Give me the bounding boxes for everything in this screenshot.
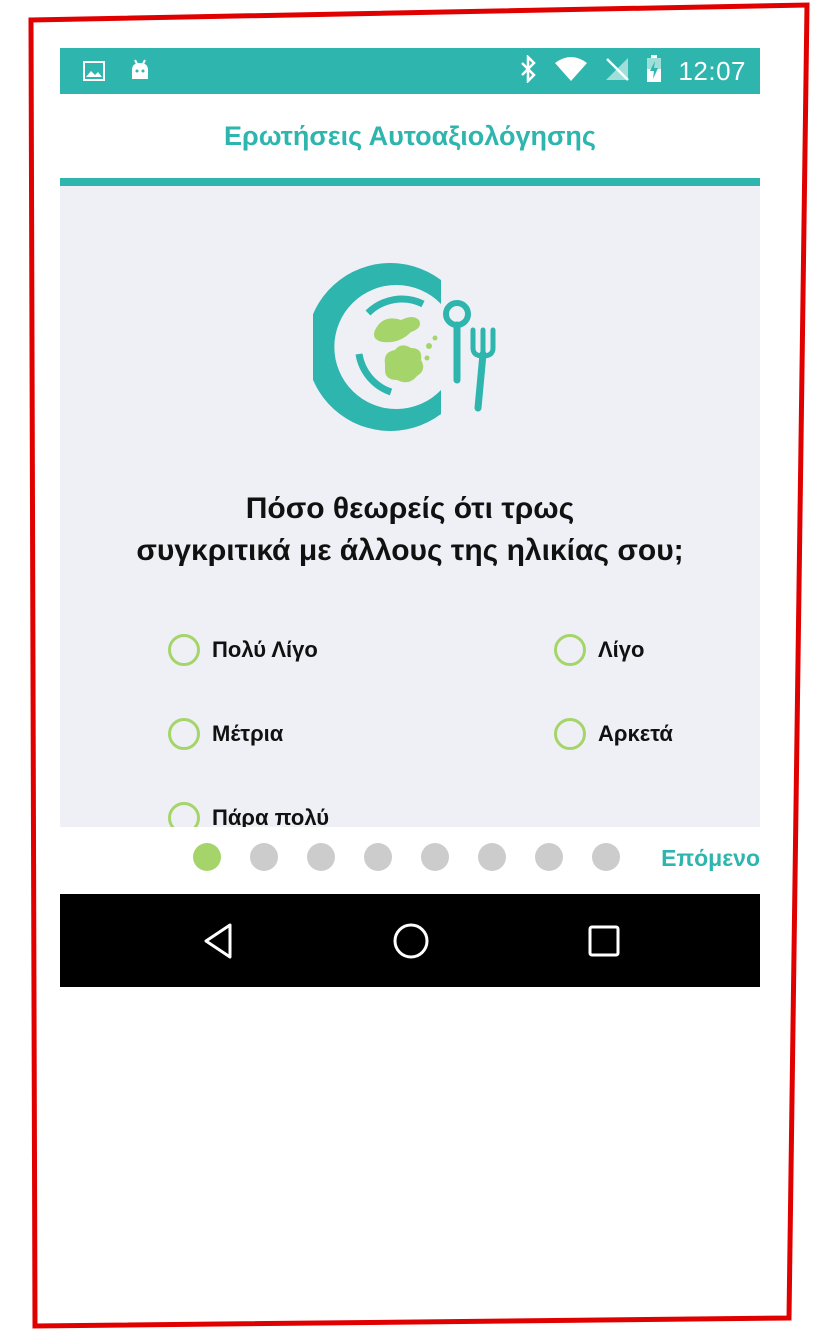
back-icon[interactable] <box>198 919 242 963</box>
page-dot-5 <box>421 843 449 871</box>
plate-spoon-fork-icon <box>313 263 496 431</box>
page-title: Ερωτήσεις Αυτοαξιολόγησης <box>224 121 596 151</box>
battery-charging-icon <box>646 54 662 88</box>
radio-button[interactable] <box>554 634 586 666</box>
question-card: Πόσο θεωρείς ότι τρως συγκριτικά με άλλο… <box>60 186 760 834</box>
no-sim-icon <box>604 56 630 87</box>
page-dot-1 <box>193 843 221 871</box>
page-dot-3 <box>307 843 335 871</box>
page-dot-8 <box>592 843 620 871</box>
question-line-1: Πόσο θεωρείς ότι τρως <box>245 492 575 525</box>
radio-button[interactable] <box>168 718 200 750</box>
recents-icon[interactable] <box>582 919 626 963</box>
radio-button[interactable] <box>168 634 200 666</box>
page-dot-4 <box>364 843 392 871</box>
navigation-bar <box>60 894 760 987</box>
option-label: Αρκετά <box>598 721 673 746</box>
option-label: Λίγο <box>598 637 645 662</box>
page-dot-2 <box>250 843 278 871</box>
status-bar: 12:07 <box>60 48 760 94</box>
bluetooth-icon <box>518 53 538 88</box>
radio-button[interactable] <box>554 718 586 750</box>
status-time: 12:07 <box>678 55 746 86</box>
pager: Επόμενο <box>60 827 760 893</box>
page-dot-6 <box>478 843 506 871</box>
wifi-icon <box>554 56 588 87</box>
next-button[interactable]: Επόμενο <box>661 845 760 872</box>
question-line-2: συγκριτικά με άλλους της ηλικίας σου; <box>136 534 684 567</box>
image-icon <box>82 59 106 88</box>
option-arketa[interactable]: Αρκετά <box>554 718 673 750</box>
option-ligo[interactable]: Λίγο <box>554 634 644 666</box>
option-label: Πολύ Λίγο <box>212 637 318 662</box>
option-label: Μέτρια <box>212 721 284 746</box>
page-dot-7 <box>535 843 563 871</box>
home-icon[interactable] <box>389 919 433 963</box>
android-icon <box>128 59 152 88</box>
option-poly-ligo[interactable]: Πολύ Λίγο <box>168 634 318 666</box>
option-metria[interactable]: Μέτρια <box>168 718 283 750</box>
question-text: Πόσο θεωρείς ότι τρως συγκριτικά με άλλο… <box>60 488 760 572</box>
page-indicator <box>193 843 620 871</box>
app-bar: Ερωτήσεις Αυτοαξιολόγησης <box>60 94 760 186</box>
